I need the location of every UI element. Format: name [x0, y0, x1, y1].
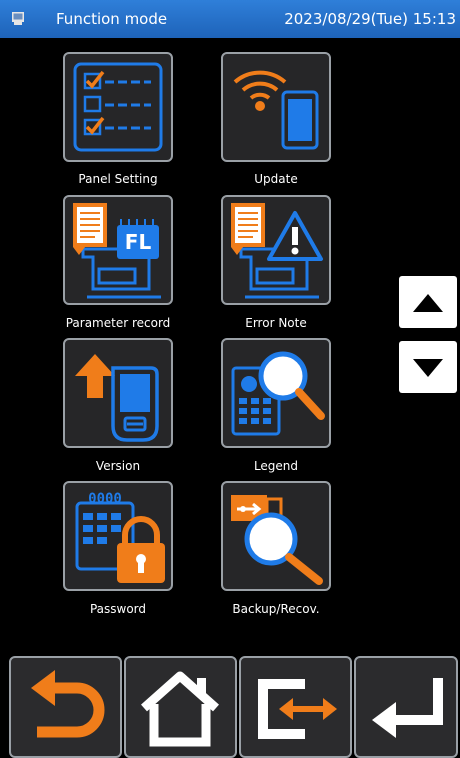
back-button[interactable] — [9, 656, 122, 758]
wifi-phone-icon — [233, 70, 319, 150]
switch-screen-icon — [258, 679, 337, 739]
scroll-up-button[interactable] — [399, 276, 457, 328]
version-button[interactable] — [63, 338, 173, 448]
password-button[interactable]: 0000 — [63, 481, 173, 591]
panel-icon — [12, 12, 24, 25]
password-code: 0000 — [88, 491, 122, 507]
legend-search-icon — [231, 351, 325, 436]
version-label: Version — [95, 459, 141, 473]
home-button[interactable] — [124, 656, 237, 758]
status-bar: Function mode 2023/08/29(Tue) 15:13 — [0, 0, 460, 38]
legend-label: Legend — [253, 459, 299, 473]
parameter-record-button[interactable]: FL — [63, 195, 173, 305]
panel-setting-button[interactable] — [63, 52, 173, 162]
legend-button[interactable] — [221, 338, 331, 448]
datetime: 2023/08/29(Tue) 15:13 — [284, 10, 456, 28]
backup-usb-search-icon — [231, 495, 323, 585]
enter-icon — [372, 678, 443, 738]
parameter-record-label: Parameter record — [65, 316, 171, 330]
triangle-down-icon — [413, 359, 443, 377]
triangle-up-icon — [413, 294, 443, 312]
fl-badge: FL — [125, 230, 152, 254]
screen-title: Function mode — [56, 10, 168, 28]
password-label: Password — [89, 602, 147, 616]
update-button[interactable] — [221, 52, 331, 162]
scroll-down-button[interactable] — [399, 341, 457, 393]
password-lock-icon: 0000 — [75, 491, 165, 583]
back-arrow-icon — [31, 670, 105, 738]
update-label: Update — [254, 172, 298, 186]
switch-screen-button[interactable] — [239, 656, 352, 758]
home-icon — [141, 671, 219, 747]
backup-recovery-button[interactable] — [221, 481, 331, 591]
error-note-icon — [231, 203, 323, 299]
checklist-icon — [73, 62, 163, 152]
error-note-button[interactable] — [221, 195, 331, 305]
version-upload-icon — [75, 354, 159, 442]
panel-setting-label: Panel Setting — [78, 172, 158, 186]
backup-recovery-label: Backup/Recov. — [232, 602, 320, 616]
enter-button[interactable] — [354, 656, 458, 758]
error-note-label: Error Note — [245, 316, 307, 330]
parameter-record-icon: FL — [73, 203, 161, 299]
